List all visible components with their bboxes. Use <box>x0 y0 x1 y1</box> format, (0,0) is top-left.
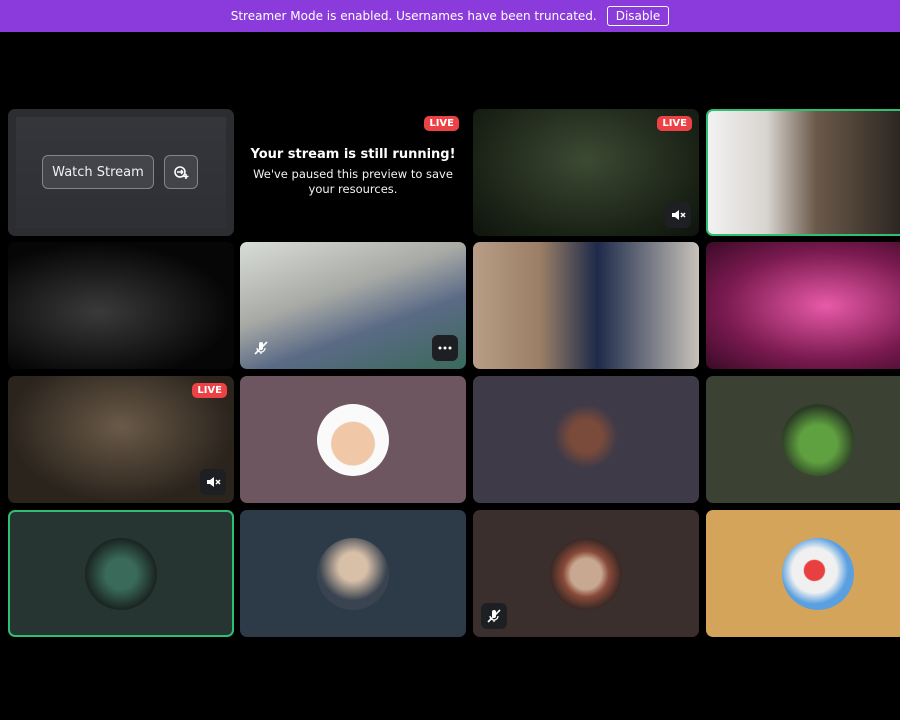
user-avatar <box>317 403 389 476</box>
avatar-tile-frog[interactable] <box>706 376 900 503</box>
mic-muted-indicator <box>248 335 274 361</box>
more-options-button[interactable] <box>432 335 458 361</box>
streamer-mode-banner: Streamer Mode is enabled. Usernames have… <box>0 0 900 32</box>
watch-stream-button[interactable]: Watch Stream <box>42 155 154 189</box>
mic-muted-indicator <box>481 603 507 629</box>
user-avatar <box>782 403 854 476</box>
user-avatar <box>550 403 622 476</box>
stream-tile-dark[interactable]: LIVE <box>8 376 234 503</box>
stream-tile-game[interactable]: LIVE <box>473 109 699 236</box>
user-avatar <box>550 537 622 610</box>
live-badge: LIVE <box>424 116 459 131</box>
watch-stream-label: Watch Stream <box>52 164 144 180</box>
mic-muted-icon <box>254 341 268 355</box>
volume-mute-button[interactable] <box>665 202 691 228</box>
video-tile-hand[interactable] <box>8 242 234 369</box>
avatar-tile-headset[interactable] <box>240 510 466 637</box>
popout-icon <box>174 166 189 179</box>
mic-muted-icon <box>487 609 501 623</box>
disable-streamer-mode-button[interactable]: Disable <box>606 6 670 26</box>
user-avatar <box>782 537 854 610</box>
avatar-tile-anime[interactable] <box>8 510 234 637</box>
stream-tile-1[interactable]: Watch Stream <box>8 109 234 236</box>
video-tile-bearded[interactable] <box>706 109 900 236</box>
paused-preview-tile[interactable]: LIVE Your stream is still running! We've… <box>240 109 466 236</box>
speaker-mute-icon <box>672 210 686 220</box>
popout-button[interactable] <box>164 155 198 189</box>
live-badge: LIVE <box>657 116 692 131</box>
video-tile-redbull[interactable] <box>473 242 699 369</box>
paused-subtitle: We've paused this preview to save your r… <box>253 167 453 196</box>
video-tile-pink[interactable] <box>706 242 900 369</box>
volume-mute-button[interactable] <box>200 469 226 495</box>
paused-title: Your stream is still running! <box>250 147 456 162</box>
video-tile-bed[interactable] <box>240 242 466 369</box>
live-badge: LIVE <box>192 383 227 398</box>
banner-message: Streamer Mode is enabled. Usernames have… <box>230 9 597 23</box>
avatar-tile-creature[interactable] <box>473 376 699 503</box>
avatar-tile-cat-ears[interactable] <box>240 376 466 503</box>
avatar-tile-bearded-drawn[interactable] <box>473 510 699 637</box>
user-avatar <box>317 537 389 610</box>
avatar-tile-pokemon[interactable] <box>706 510 900 637</box>
more-icon <box>438 346 452 350</box>
user-avatar <box>85 537 157 610</box>
speaker-mute-icon <box>207 477 221 487</box>
